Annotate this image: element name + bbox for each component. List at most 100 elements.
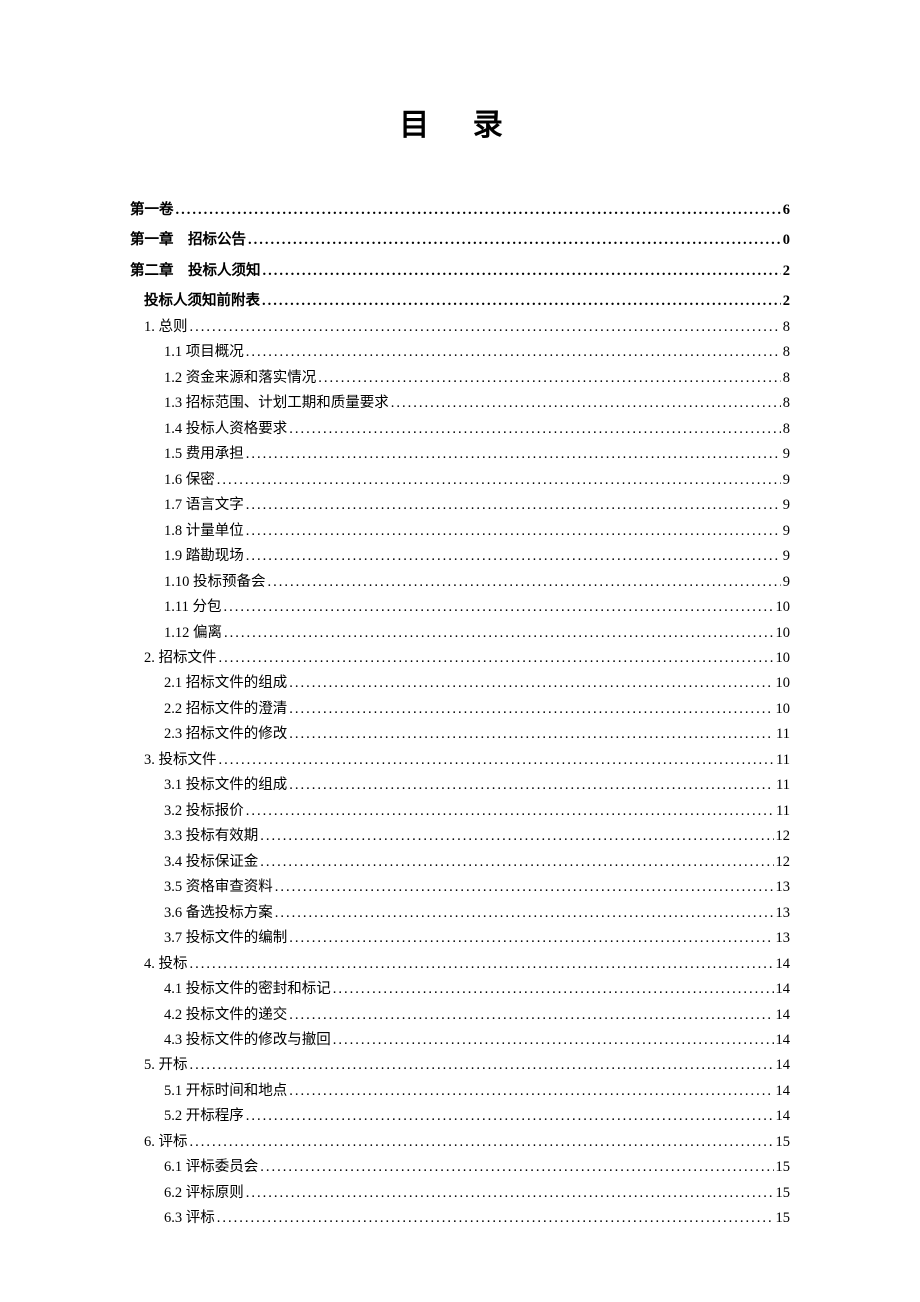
- toc-dots: [262, 290, 781, 312]
- toc-entry-page: 8: [783, 367, 790, 389]
- toc-dots: [217, 1207, 774, 1229]
- toc-entry-label: 1.8 计量单位: [164, 520, 244, 542]
- toc-entry-label: 6. 评标: [144, 1131, 188, 1153]
- toc-title: 目 录: [130, 100, 790, 144]
- toc-entry: 1.9 踏勘现场9: [164, 545, 790, 567]
- toc-entry-label: 3.4 投标保证金: [164, 851, 258, 873]
- toc-entry-page: 10: [776, 596, 791, 618]
- toc-entry-page: 13: [776, 902, 791, 924]
- toc-entry-page: 10: [776, 672, 791, 694]
- toc-entry: 1.8 计量单位 9: [164, 520, 790, 542]
- toc-entry-label: 5.2 开标程序: [164, 1105, 244, 1127]
- toc-entry-label: 3.3 投标有效期: [164, 825, 258, 847]
- toc-entry-page: 8: [783, 341, 790, 363]
- toc-entry-label: 1.12 偏离: [164, 622, 222, 644]
- toc-entry: 4. 投标 14: [144, 953, 790, 975]
- toc-entry-page: 12: [776, 825, 791, 847]
- toc-dots: [190, 1131, 774, 1153]
- toc-entry-page: 9: [783, 520, 790, 542]
- toc-entry: 3.4 投标保证金 12: [164, 851, 790, 873]
- toc-entry: 第二章 投标人须知2: [130, 260, 790, 282]
- toc-entry-page: 14: [776, 1054, 791, 1076]
- toc-entry: 第一章 招标公告 0: [130, 229, 790, 251]
- toc-dots: [248, 229, 781, 251]
- toc-entry-label: 1. 总则: [144, 316, 188, 338]
- toc-entry: 2.2 招标文件的澄清10: [164, 698, 790, 720]
- toc-entry-label: 6.1 评标委员会: [164, 1156, 258, 1178]
- toc-dots: [217, 469, 781, 491]
- toc-dots: [190, 1054, 774, 1076]
- toc-entry: 4.2 投标文件的递交14: [164, 1004, 790, 1026]
- toc-entry-page: 15: [776, 1207, 791, 1229]
- toc-entry-label: 1.6 保密: [164, 469, 215, 491]
- toc-entry-label: 2. 招标文件: [144, 647, 217, 669]
- toc-entry: 3.3 投标有效期 12: [164, 825, 790, 847]
- toc-entry-label: 1.2 资金来源和落实情况: [164, 367, 316, 389]
- toc-dots: [260, 825, 773, 847]
- toc-entry: 3.7 投标文件的编制13: [164, 927, 790, 949]
- toc-dots: [289, 1080, 773, 1102]
- toc-dots: [223, 596, 773, 618]
- toc-entry: 2. 招标文件10: [144, 647, 790, 669]
- toc-entry-page: 14: [776, 1080, 791, 1102]
- toc-entry-page: 8: [783, 418, 790, 440]
- toc-entry-label: 3.1 投标文件的组成: [164, 774, 287, 796]
- toc-dots: [263, 260, 781, 282]
- toc-entry-page: 15: [776, 1182, 791, 1204]
- toc-dots: [289, 672, 773, 694]
- toc-entry-page: 8: [783, 392, 790, 414]
- toc-dots: [176, 199, 781, 221]
- toc-entry-page: 11: [776, 749, 790, 771]
- toc-dots: [260, 1156, 773, 1178]
- toc-entry: 1.3 招标范围、计划工期和质量要求 8: [164, 392, 790, 414]
- toc-entry-label: 1.11 分包: [164, 596, 221, 618]
- toc-dots: [190, 316, 781, 338]
- toc-entry: 5.2 开标程序14: [164, 1105, 790, 1127]
- toc-entry-page: 14: [776, 953, 791, 975]
- toc-entry: 2.1 招标文件的组成10: [164, 672, 790, 694]
- toc-entry-page: 10: [776, 622, 791, 644]
- toc-entry: 1. 总则 8: [144, 316, 790, 338]
- toc-entry: 6. 评标15: [144, 1131, 790, 1153]
- toc-entry: 1.10 投标预备会 9: [164, 571, 790, 593]
- toc-entry-label: 3. 投标文件: [144, 749, 217, 771]
- toc-entry-page: 11: [776, 774, 790, 796]
- toc-entry-page: 9: [783, 571, 790, 593]
- toc-dots: [246, 520, 781, 542]
- toc-entry-label: 1.3 招标范围、计划工期和质量要求: [164, 392, 389, 414]
- toc-entry: 1.2 资金来源和落实情况 8: [164, 367, 790, 389]
- toc-entry-label: 3.2 投标报价: [164, 800, 244, 822]
- toc-entry-label: 1.10 投标预备会: [164, 571, 266, 593]
- toc-dots: [246, 800, 774, 822]
- toc-entry: 6.3 评标15: [164, 1207, 790, 1229]
- toc-entry-page: 11: [776, 723, 790, 745]
- toc-entry-page: 14: [776, 1004, 791, 1026]
- toc-entry: 5. 开标14: [144, 1054, 790, 1076]
- toc-entry: 5.1 开标时间和地点14: [164, 1080, 790, 1102]
- toc-entry-page: 13: [776, 927, 791, 949]
- toc-dots: [246, 341, 781, 363]
- toc-entry: 1.1 项目概况8: [164, 341, 790, 363]
- toc-dots: [190, 953, 774, 975]
- toc-entry: 1.5 费用承担9: [164, 443, 790, 465]
- toc-entry-page: 0: [783, 229, 790, 251]
- toc-entry-label: 3.5 资格审查资料: [164, 876, 273, 898]
- toc-dots: [268, 571, 781, 593]
- toc-entry-label: 4. 投标: [144, 953, 188, 975]
- toc-entry: 3. 投标文件 11: [144, 749, 790, 771]
- toc-dots: [275, 902, 774, 924]
- toc-entry-label: 1.9 踏勘现场: [164, 545, 244, 567]
- toc-entry-label: 投标人须知前附表: [144, 290, 260, 312]
- toc-entry-label: 3.6 备选投标方案: [164, 902, 273, 924]
- toc-entry: 2.3 招标文件的修改11: [164, 723, 790, 745]
- toc-entry-page: 12: [776, 851, 791, 873]
- toc-dots: [246, 1105, 774, 1127]
- toc-entry-page: 8: [783, 316, 790, 338]
- toc-dots: [260, 851, 773, 873]
- toc-entry: 投标人须知前附表2: [144, 290, 790, 312]
- toc-entry-label: 第一章 招标公告: [130, 229, 246, 251]
- toc-entry-page: 2: [783, 260, 790, 282]
- toc-entry-page: 9: [783, 443, 790, 465]
- toc-dots: [246, 545, 781, 567]
- toc-dots: [275, 876, 774, 898]
